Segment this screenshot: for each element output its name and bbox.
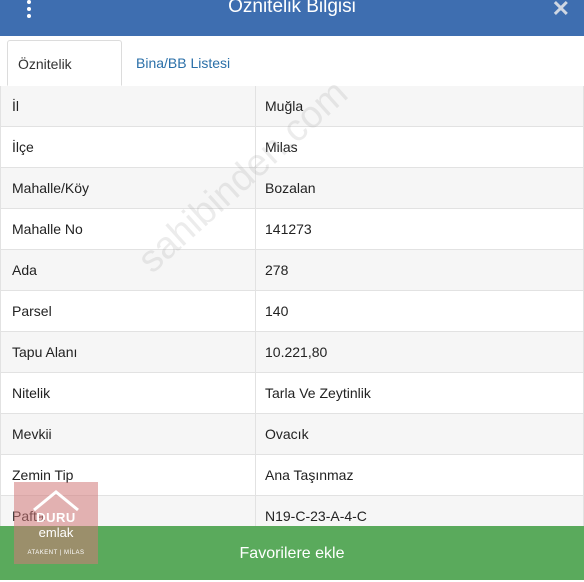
row-key: Nitelik <box>12 385 51 401</box>
tab-bar: Öznitelik Bilgisi Bina/BB Listesi <box>0 36 584 118</box>
house-roof-icon <box>33 490 79 512</box>
row-key: Mahalle/Köy <box>12 180 90 196</box>
row-value: Milas <box>265 139 298 155</box>
row-value: 140 <box>265 303 289 319</box>
row-value: Tarla Ve Zeytinlik <box>265 385 371 401</box>
table-row: İlçe Milas <box>0 127 584 168</box>
row-value: Ana Taşınmaz <box>265 467 354 483</box>
table-row: İl Muğla <box>0 86 584 127</box>
row-value: Muğla <box>265 98 304 114</box>
table-row: Ada 278 <box>0 250 584 291</box>
row-key: Mahalle No <box>12 221 83 237</box>
row-key: Mevkii <box>12 426 52 442</box>
table-row: Tapu Alanı 10.221,80 <box>0 332 584 373</box>
logo-line3: ATAKENT | MİLAS <box>27 550 85 556</box>
header-bar: Öznitelik Bilgisi ✕ <box>0 0 584 36</box>
row-value: 278 <box>265 262 289 278</box>
table-row: Nitelik Tarla Ve Zeytinlik <box>0 373 584 414</box>
table-row: Parsel 140 <box>0 291 584 332</box>
table-row: Mahalle/Köy Bozalan <box>0 168 584 209</box>
row-value: Ovacık <box>265 426 309 442</box>
close-icon[interactable]: ✕ <box>552 0 570 22</box>
row-key: İl <box>12 98 19 114</box>
page-title: Öznitelik Bilgisi <box>228 0 356 17</box>
logo-line2: emlak <box>38 525 74 540</box>
attribute-table: İl Muğla İlçe Milas Mahalle/Köy Bozalan Mah… <box>0 86 584 537</box>
table-row: Mevkii Ovacık <box>0 414 584 455</box>
logo-line1: DURU <box>36 510 76 525</box>
table-row: Mahalle No 141273 <box>0 209 584 250</box>
row-value: 141273 <box>265 221 312 237</box>
tab-oznitelik-bilgisi[interactable]: Öznitelik Bilgisi <box>7 40 122 118</box>
row-value: Bozalan <box>265 180 316 196</box>
row-key: Parsel <box>12 303 52 319</box>
row-value: 10.221,80 <box>265 344 328 360</box>
row-key: Ada <box>12 262 37 278</box>
tab-bina-bb-listesi[interactable]: Bina/BB Listesi <box>126 40 240 86</box>
row-key: Tapu Alanı <box>12 344 78 360</box>
row-key: İlçe <box>12 139 34 155</box>
brand-logo: DURU emlak ATAKENT | MİLAS <box>14 482 98 564</box>
